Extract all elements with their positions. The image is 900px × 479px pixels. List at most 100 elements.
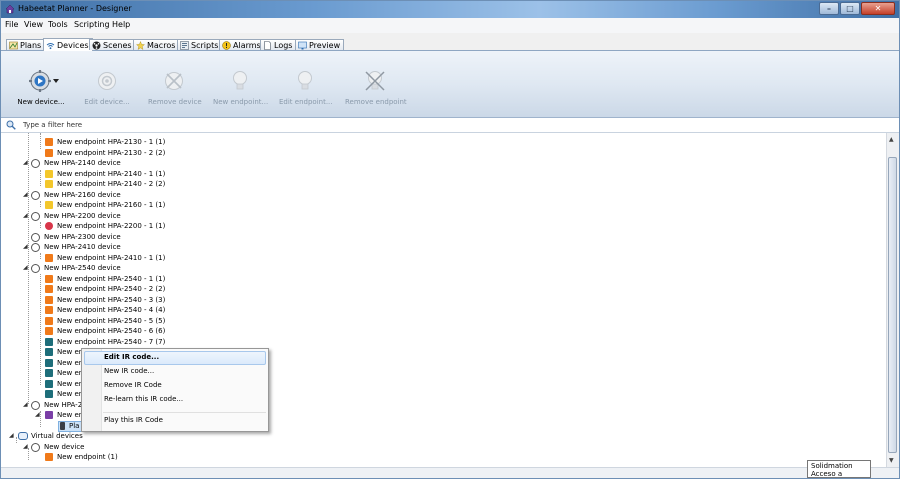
device-gear-icon [31, 442, 40, 452]
tab-plans[interactable]: Plans [6, 39, 46, 50]
endpoint-power-icon [45, 306, 53, 314]
context-item-remove-ir-code[interactable]: Remove IR Code [104, 381, 162, 389]
menu-help[interactable]: Help [112, 20, 130, 29]
title-bar[interactable]: Habeetat Planner - Designer – □ ✕ [1, 1, 899, 18]
tab-macros[interactable]: Macros [133, 39, 180, 50]
endpoint-bulb-icon [45, 180, 53, 188]
cloud-icon [18, 432, 28, 440]
expand-arrow-icon: ◢ [23, 442, 28, 450]
tab-scenes[interactable]: Scenes [89, 39, 136, 50]
scroll-down-arrow-icon[interactable]: ▼ [889, 457, 894, 464]
device-gear-icon [31, 400, 40, 410]
device-gear-icon [31, 243, 40, 252]
tree-connector [16, 437, 17, 443]
scroll-thumb[interactable] [888, 157, 897, 453]
device-gear-icon [31, 159, 40, 168]
endpoint-power-icon [45, 274, 53, 283]
remote-icon [60, 421, 65, 430]
tree-scrollbar[interactable]: ▲ ▼ [886, 133, 899, 467]
network-tooltip: Solidmation Acceso a Internet [807, 460, 871, 478]
edit-endpoint-bulb-icon [298, 71, 312, 90]
toolbar-ribbon: New device... Edit device... Remove devi… [1, 51, 899, 118]
filter-bar[interactable]: Type a filter here [1, 118, 899, 133]
remove-device-label: Remove device [148, 98, 202, 106]
context-item-new-ir-code[interactable]: New IR code... [104, 367, 154, 375]
endpoint-ir-icon [45, 390, 53, 398]
expand-arrow-icon: ◢ [23, 190, 28, 198]
device-gear-icon [31, 264, 40, 273]
close-button[interactable]: ✕ [861, 2, 895, 15]
search-icon [6, 120, 16, 130]
app-window: Habeetat Planner - Designer – □ ✕ File V… [0, 0, 900, 479]
menu-bar: File View Tools Scripting Help [1, 18, 899, 33]
endpoint-power-icon [45, 148, 53, 157]
menu-tools[interactable]: Tools [48, 20, 68, 29]
new-device-button[interactable]: New device... [17, 69, 65, 106]
device-gear-icon [31, 232, 40, 242]
alarms-icon [222, 40, 231, 50]
context-item-play-ir-code[interactable]: Play this IR Code [104, 416, 163, 424]
menu-view[interactable]: View [24, 20, 43, 29]
app-house-icon [5, 4, 15, 14]
remove-endpoint-label: Remove endpoint [345, 98, 407, 106]
tree-connector [40, 201, 41, 207]
endpoint-ir-icon [45, 348, 53, 356]
remove-endpoint-button[interactable]: Remove endpoint [345, 69, 407, 106]
edit-device-label: Edit device... [84, 98, 130, 106]
remove-device-icon [165, 72, 183, 90]
minimize-button[interactable]: – [819, 2, 839, 15]
new-endpoint-bulb-icon [233, 71, 247, 90]
edit-device-gear-icon [98, 72, 116, 90]
new-endpoint-label: New endpoint... [213, 98, 269, 106]
tab-preview[interactable]: Preview [295, 39, 345, 50]
endpoint-ir-icon [45, 358, 53, 367]
endpoint-dimmer-icon [45, 253, 53, 262]
endpoint-power-icon [45, 453, 53, 461]
endpoint-bulb-icon [45, 201, 53, 209]
endpoint-power-icon [45, 327, 53, 335]
tab-logs[interactable]: Logs [260, 39, 297, 50]
tab-alarms[interactable]: Alarms [219, 39, 265, 50]
tab-scripts[interactable]: Scripts [177, 39, 223, 50]
tab-devices[interactable]: Devices [43, 38, 93, 51]
context-menu-separator [103, 412, 266, 413]
filter-input[interactable]: Type a filter here [23, 121, 82, 129]
menu-scripting[interactable]: Scripting [74, 20, 110, 29]
preview-icon [298, 41, 307, 49]
device-gear-icon [31, 190, 40, 200]
tree-connector [40, 170, 41, 186]
context-item-relearn-ir-code[interactable]: Re-learn this IR code... [104, 395, 183, 403]
edit-device-button[interactable]: Edit device... [83, 69, 131, 106]
expand-arrow-icon: ◢ [35, 411, 40, 418]
edit-endpoint-label: Edit endpoint... [279, 98, 333, 106]
remove-device-button[interactable]: Remove device [148, 69, 202, 106]
endpoint-power-icon [45, 316, 53, 325]
tree-connector [40, 222, 41, 228]
remove-endpoint-icon [365, 71, 385, 91]
endpoint-power-icon [45, 138, 53, 146]
tree-connector [28, 448, 29, 460]
edit-endpoint-button[interactable]: Edit endpoint... [279, 69, 333, 106]
new-device-label: New device... [17, 98, 65, 106]
endpoint-play-icon [45, 411, 53, 419]
expand-arrow-icon: ◢ [23, 211, 28, 219]
status-strip [1, 467, 899, 478]
expand-arrow-icon: ◢ [23, 400, 28, 408]
endpoint-power-icon [45, 295, 53, 304]
scroll-up-arrow-icon[interactable]: ▲ [889, 136, 894, 143]
new-endpoint-button[interactable]: New endpoint... [213, 69, 269, 106]
menu-file[interactable]: File [5, 20, 18, 29]
logs-icon [264, 40, 271, 50]
tooltip-line-1: Solidmation [811, 462, 853, 470]
endpoint-bulb-icon [45, 169, 53, 178]
expand-arrow-icon: ◢ [9, 432, 14, 439]
tree-connector [28, 133, 29, 404]
scripts-icon [180, 40, 189, 50]
context-item-edit-ir-code-label[interactable]: Edit IR code... [104, 353, 159, 361]
expand-arrow-icon: ◢ [23, 243, 28, 250]
endpoint-power-icon [45, 285, 53, 293]
endpoint-ir-icon [45, 369, 53, 377]
maximize-button[interactable]: □ [840, 2, 860, 15]
endpoint-ir-icon [45, 379, 53, 388]
tab-strip: Plans Devices Scenes Macros Scripts Alar… [1, 33, 899, 51]
